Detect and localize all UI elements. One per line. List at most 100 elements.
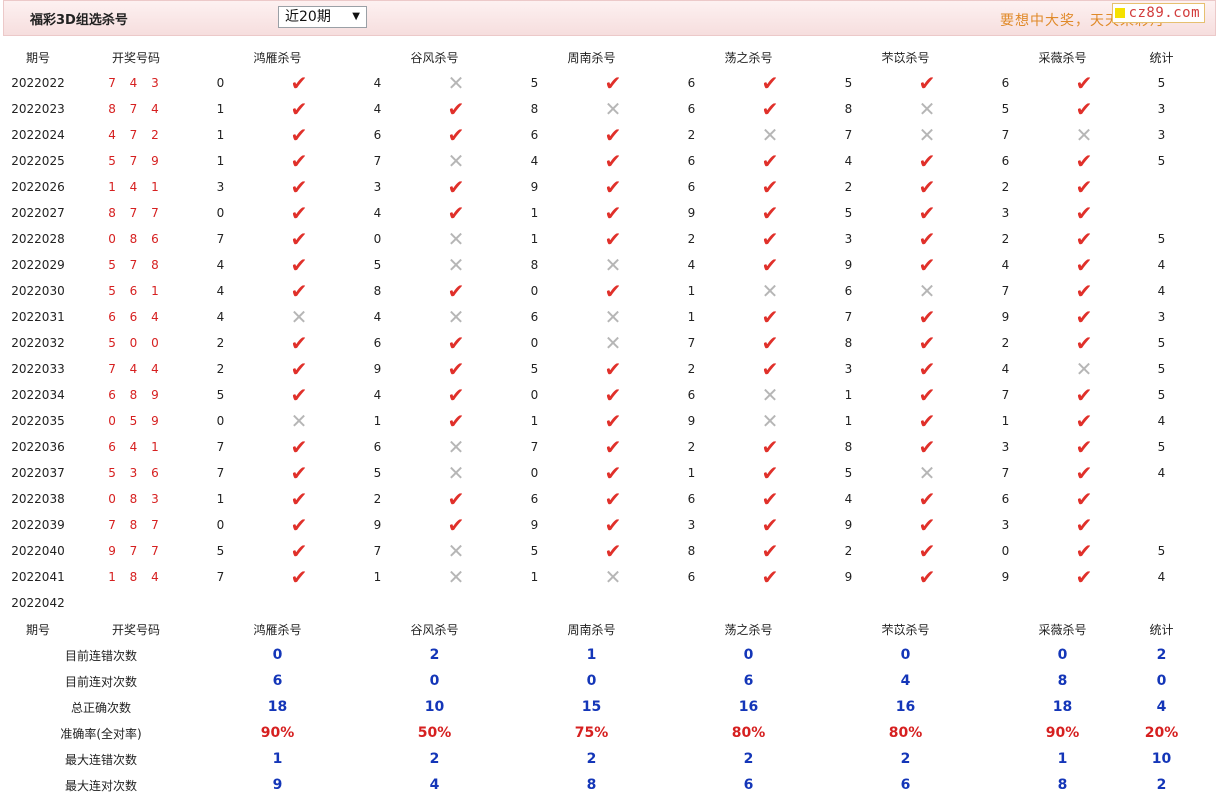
logo-square-icon <box>1114 8 1125 18</box>
check-icon: ✔ <box>761 253 779 277</box>
summary-stat-text: 2 <box>1156 647 1167 663</box>
kill-number: 5 <box>985 97 1026 121</box>
cross-icon: ✕ <box>604 305 622 329</box>
summary-value: 90% <box>985 721 1140 745</box>
row-period: 2022030 <box>4 279 72 303</box>
check-icon: ✔ <box>1075 201 1093 225</box>
correct-mark: ✔ <box>243 539 355 563</box>
kill-number: 0 <box>200 201 241 225</box>
current-kill-number: 8 <box>200 591 241 615</box>
row-period: 2022041 <box>4 565 72 589</box>
current-stat-empty <box>1142 591 1181 615</box>
current-kill-empty <box>871 591 983 615</box>
correct-mark: ✔ <box>1028 435 1140 459</box>
summary-value: 2 <box>357 747 512 771</box>
correct-mark: ✔ <box>1028 253 1140 277</box>
correct-mark: ✔ <box>243 331 355 355</box>
kill-number: 8 <box>828 435 869 459</box>
kill-number: 7 <box>985 461 1026 485</box>
correct-mark: ✔ <box>400 357 512 381</box>
kill-number: 7 <box>200 435 241 459</box>
kill-number: 2 <box>828 539 869 563</box>
check-icon: ✔ <box>918 331 936 355</box>
cross-icon: ✕ <box>1075 123 1093 147</box>
correct-mark: ✔ <box>1028 201 1140 225</box>
kill-number: 1 <box>357 565 398 589</box>
cross-icon: ✕ <box>447 461 465 485</box>
summary-value-text: 8 <box>1057 777 1068 793</box>
wrong-mark: ✕ <box>557 253 669 277</box>
kill-number: 6 <box>671 71 712 95</box>
summary-value-text: 1 <box>272 751 283 767</box>
summary-stat-text: 2 <box>1156 777 1167 793</box>
current-kill-empty <box>1028 591 1140 615</box>
summary-row: 总正确次数 18 10 15 16 16 18 4 <box>4 695 1181 719</box>
kill-number: 6 <box>985 487 1026 511</box>
correct-mark: ✔ <box>557 175 669 199</box>
period-select[interactable]: 近20期 ▼ <box>278 6 367 28</box>
correct-mark: ✔ <box>243 565 355 589</box>
row-draw: 6 8 9 <box>74 383 198 407</box>
correct-mark: ✔ <box>243 279 355 303</box>
check-icon: ✔ <box>290 331 308 355</box>
correct-mark: ✔ <box>1028 279 1140 303</box>
correct-mark: ✔ <box>714 487 826 511</box>
correct-mark: ✔ <box>557 201 669 225</box>
kill-number: 6 <box>671 565 712 589</box>
wrong-mark: ✕ <box>871 279 983 303</box>
check-icon: ✔ <box>1075 487 1093 511</box>
row-stat: 4 <box>1142 565 1181 589</box>
check-icon: ✔ <box>604 539 622 563</box>
kill-number: 5 <box>200 539 241 563</box>
wrong-mark: ✕ <box>400 71 512 95</box>
correct-mark: ✔ <box>243 487 355 511</box>
correct-mark: ✔ <box>1028 175 1140 199</box>
correct-mark: ✔ <box>1028 227 1140 251</box>
site-logo[interactable]: cz89.com <box>1111 3 1205 23</box>
summary-value-text: 6 <box>272 673 283 689</box>
row-period: 2022026 <box>4 175 72 199</box>
kill-number: 6 <box>357 331 398 355</box>
summary-value-text: 0 <box>1057 647 1068 663</box>
current-period: 2022042 <box>4 591 72 615</box>
wrong-mark: ✕ <box>400 435 512 459</box>
kill-number: 8 <box>514 253 555 277</box>
summary-value-text: 1 <box>1057 751 1068 767</box>
check-icon: ✔ <box>918 435 936 459</box>
check-icon: ✔ <box>761 461 779 485</box>
kill-number: 7 <box>357 539 398 563</box>
kill-number: 7 <box>985 123 1026 147</box>
table-row: 2022035 0 5 9 0 ✕ 1 ✔ 1 ✔ 9 ✕ 1 ✔ 1 ✔ 4 <box>4 409 1181 433</box>
check-icon: ✔ <box>1075 305 1093 329</box>
kill-number: 1 <box>200 97 241 121</box>
correct-mark: ✔ <box>871 435 983 459</box>
header-expert: 荡之杀号 <box>671 45 826 69</box>
wrong-mark: ✕ <box>400 539 512 563</box>
current-kill-number: 7 <box>671 591 712 615</box>
check-icon: ✔ <box>604 461 622 485</box>
summary-value: 10 <box>357 695 512 719</box>
check-icon: ✔ <box>1075 279 1093 303</box>
kill-number: 4 <box>985 253 1026 277</box>
correct-mark: ✔ <box>714 227 826 251</box>
correct-mark: ✔ <box>1028 461 1140 485</box>
row-period: 2022032 <box>4 331 72 355</box>
kill-number: 9 <box>514 513 555 537</box>
summary-stat: 4 <box>1142 695 1181 719</box>
correct-mark: ✔ <box>557 435 669 459</box>
kill-number: 4 <box>357 201 398 225</box>
kill-number: 6 <box>671 383 712 407</box>
summary-value-text: 6 <box>743 777 754 793</box>
cross-icon: ✕ <box>918 279 936 303</box>
wrong-mark: ✕ <box>1028 123 1140 147</box>
correct-mark: ✔ <box>871 539 983 563</box>
row-stat: 5 <box>1142 357 1181 381</box>
summary-value-text: 6 <box>743 673 754 689</box>
kill-number: 8 <box>671 539 712 563</box>
kill-number: 5 <box>514 71 555 95</box>
kill-number: 6 <box>514 487 555 511</box>
summary-value: 80% <box>671 721 826 745</box>
check-icon: ✔ <box>290 279 308 303</box>
kill-number: 2 <box>985 227 1026 251</box>
correct-mark: ✔ <box>1028 149 1140 173</box>
